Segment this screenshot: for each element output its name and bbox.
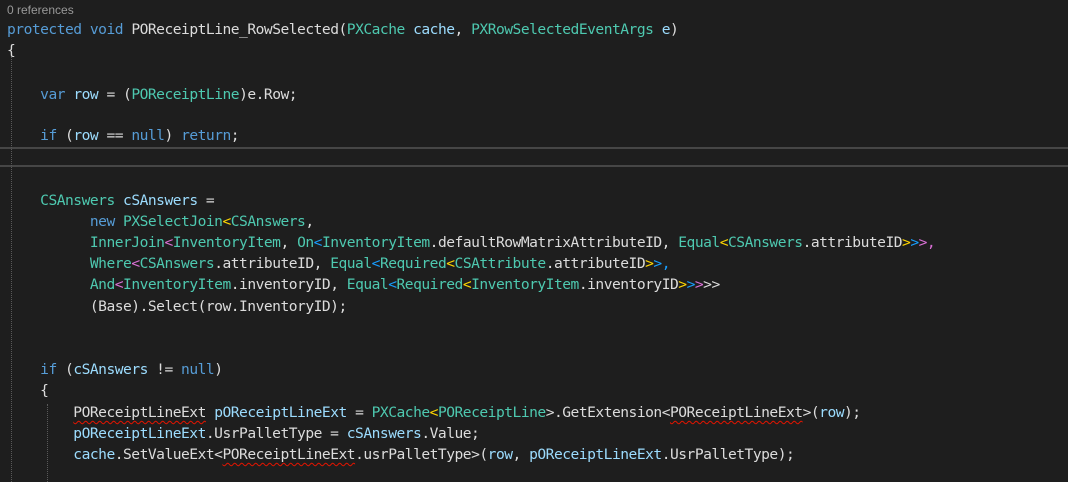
code-line-4[interactable]: if (row == null) return;	[7, 125, 239, 146]
code-line-13[interactable]: POReceiptLineExt pOReceiptLineExt = PXCa…	[7, 402, 861, 423]
code-line-15[interactable]: cache.SetValueExt<POReceiptLineExt.usrPa…	[7, 444, 794, 465]
code-line-3[interactable]: var row = (POReceiptLine)e.Row;	[7, 84, 297, 105]
codelens-references[interactable]: 0 references	[7, 3, 74, 17]
code-line-5[interactable]: CSAnswers cSAnswers =	[7, 190, 215, 211]
code-line-2[interactable]: {	[7, 40, 16, 61]
code-editor[interactable]: 0 references protected void POReceiptLin…	[0, 0, 1068, 482]
code-line-10[interactable]: (Base).Select(row.InventoryID);	[7, 296, 347, 317]
code-line-12[interactable]: {	[7, 380, 49, 401]
code-line-14[interactable]: pOReceiptLineExt.UsrPalletType = cSAnswe…	[7, 423, 480, 444]
code-line-8[interactable]: Where<CSAnswers.attributeID, Equal<Requi…	[7, 253, 671, 274]
code-line-11[interactable]: if (cSAnswers != null)	[7, 359, 223, 380]
code-line-1[interactable]: protected void POReceiptLine_RowSelected…	[7, 19, 679, 40]
code-line-9[interactable]: And<InventoryItem.inventoryID, Equal<Req…	[7, 274, 720, 295]
current-line-highlight	[0, 147, 1068, 167]
code-line-7[interactable]: InnerJoin<InventoryItem, On<InventoryIte…	[7, 232, 936, 253]
code-line-6[interactable]: new PXSelectJoin<CSAnswers,	[7, 211, 314, 232]
